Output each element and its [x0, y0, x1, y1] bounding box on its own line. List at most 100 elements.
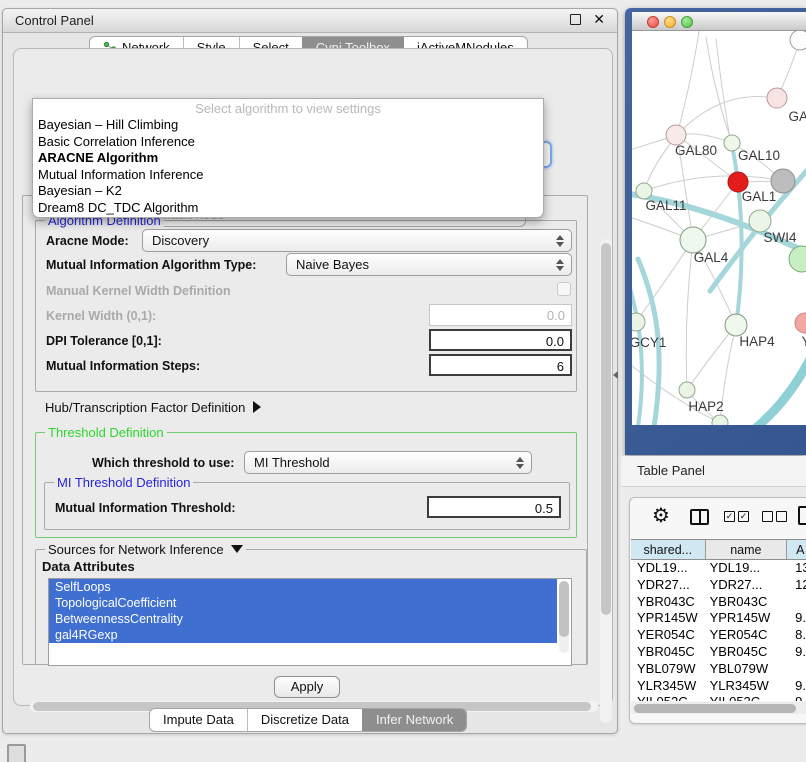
network-node[interactable]	[712, 415, 728, 425]
dropdown-item[interactable]: Basic Correlation Inference	[33, 134, 543, 151]
table-panel-title: Table Panel	[637, 463, 705, 478]
mi-threshold-input[interactable]: 0.5	[427, 496, 561, 518]
table-cell: YDR27...	[706, 577, 788, 594]
network-node[interactable]	[767, 88, 787, 108]
table-row[interactable]: YBR043CYBR043C	[631, 594, 806, 611]
which-threshold-label: Which threshold to use:	[92, 456, 234, 470]
list-item[interactable]: BetweennessCentrality	[49, 611, 557, 627]
split-columns-icon[interactable]	[690, 509, 709, 525]
network-node-label: HAP2	[688, 399, 723, 414]
dpi-tolerance-input[interactable]: 0.0	[429, 329, 572, 351]
unchecked-checkbox-icon[interactable]	[762, 511, 773, 522]
mi-steps-input[interactable]: 6	[429, 354, 572, 376]
tab-infer-network[interactable]: Infer Network	[362, 709, 466, 731]
network-edge[interactable]	[686, 240, 693, 390]
kernel-width-input[interactable]: 0.0	[429, 304, 572, 326]
unchecked-checkbox-icon[interactable]	[776, 511, 787, 522]
network-window-titlebar[interactable]	[632, 12, 806, 31]
network-canvas[interactable]: GAL80GAL10GAL1GAL11GAL4SWI4GCY1HAP4HAP2G…	[632, 31, 806, 425]
list-item[interactable]: TopologicalCoefficient	[49, 595, 557, 611]
checked-checkbox-icon[interactable]: ✓	[738, 511, 749, 522]
network-node[interactable]	[666, 125, 686, 145]
table-row[interactable]: YBL079WYBL079W	[631, 661, 806, 678]
network-node[interactable]	[679, 382, 695, 398]
panel-splitter-arrow[interactable]	[613, 371, 618, 379]
table-row[interactable]: YIL052CYIL052C9.	[631, 694, 806, 701]
table-panel-titlebar[interactable]: Table Panel	[622, 456, 806, 487]
gear-icon[interactable]: ⚙	[652, 506, 670, 526]
dropdown-item-selected[interactable]: ARACNE Algorithm	[33, 150, 543, 167]
zoom-traffic-light-icon[interactable]	[681, 16, 693, 28]
network-node[interactable]	[749, 210, 771, 232]
control-panel-window: Control Panel ✕ Network Style Select Cyn…	[2, 8, 618, 734]
cyni-toolbox-panel: gal-filtered sif default node Select alg…	[13, 48, 613, 706]
close-traffic-light-icon[interactable]	[647, 16, 659, 28]
tab-label: Discretize Data	[261, 709, 349, 731]
table-row[interactable]: YBR045CYBR045C9.	[631, 644, 806, 661]
data-attributes-list[interactable]: SelfLoops TopologicalCoefficient Between…	[48, 578, 572, 666]
tab-discretize-data[interactable]: Discretize Data	[247, 709, 362, 731]
screen: Control Panel ✕ Network Style Select Cyn…	[0, 0, 806, 762]
table-cell: YBR043C	[706, 594, 788, 611]
sources-title: Sources for Network Inference	[48, 542, 224, 557]
minimize-traffic-light-icon[interactable]	[664, 16, 676, 28]
dropdown-item[interactable]: Bayesian – K2	[33, 183, 543, 200]
aracne-mode-combo[interactable]: Discovery	[142, 229, 572, 252]
combo-stepper-icon	[556, 258, 564, 272]
table-options-icon[interactable]	[798, 506, 806, 525]
apply-button[interactable]: Apply	[274, 676, 340, 698]
table-horizontal-thumb[interactable]	[634, 704, 796, 713]
docked-window-icon[interactable]	[7, 744, 26, 762]
list-scrollbar[interactable]	[559, 581, 569, 653]
list-item[interactable]: SelfLoops	[49, 579, 557, 595]
table-row[interactable]: YLR345WYLR345W9.	[631, 678, 806, 695]
mi-type-combo[interactable]: Naive Bayes	[286, 253, 572, 276]
dropdown-item[interactable]: Bayesian – Hill Climbing	[33, 117, 543, 134]
network-node[interactable]	[789, 246, 806, 272]
threshold-definition-title: Threshold Definition	[45, 425, 167, 440]
table-cell: YDL19...	[631, 560, 706, 577]
network-node[interactable]	[795, 313, 806, 333]
mi-threshold-title: MI Threshold Definition	[54, 475, 193, 490]
table-cell: YIL052C	[706, 694, 788, 701]
column-header-name[interactable]: name	[706, 540, 788, 559]
network-node-label: GAL80	[675, 143, 717, 158]
table-row[interactable]: YER054CYER054C8.	[631, 627, 806, 644]
network-node-label: GAL1	[742, 189, 777, 204]
checked-checkbox-icon[interactable]: ✓	[724, 511, 735, 522]
table-row[interactable]: YDR27...YDR27...12	[631, 577, 806, 594]
network-node[interactable]	[790, 31, 806, 50]
dpi-tolerance-label: DPI Tolerance [0,1]:	[46, 334, 162, 348]
hub-definition-label: Hub/Transcription Factor Definition	[45, 400, 245, 415]
node-table: shared... name A YDL19...YDL19...13YDR27…	[631, 539, 806, 701]
table-horizontal-scrollbar[interactable]	[631, 702, 806, 714]
algorithm-dropdown-popup: Select algorithm to view settings Bayesi…	[32, 98, 544, 218]
list-scrollbar-thumb[interactable]	[559, 581, 569, 637]
network-node[interactable]	[725, 314, 747, 336]
network-node[interactable]	[636, 183, 652, 199]
table-row[interactable]: YDL19...YDL19...13	[631, 560, 806, 577]
column-header-clipped[interactable]: A	[787, 540, 806, 559]
network-edge[interactable]	[750, 359, 806, 425]
dropdown-item[interactable]: Dream8 DC_TDC Algorithm	[33, 200, 543, 217]
table-row[interactable]: YPR145WYPR145W9.	[631, 610, 806, 627]
which-threshold-combo[interactable]: MI Threshold	[244, 451, 532, 474]
settings-vertical-scrollbar[interactable]	[600, 239, 612, 723]
tab-impute-data[interactable]: Impute Data	[150, 709, 247, 731]
control-panel-titlebar[interactable]: Control Panel ✕	[3, 9, 617, 33]
list-item[interactable]: gal4RGexp	[49, 627, 557, 643]
network-edge[interactable]	[677, 31, 700, 135]
float-window-icon[interactable]	[570, 14, 581, 25]
algorithm-dropdown-placeholder: Select algorithm to view settings	[33, 99, 543, 117]
network-node[interactable]	[632, 313, 645, 331]
close-icon[interactable]: ✕	[593, 11, 605, 28]
column-header-shared-name[interactable]: shared...	[631, 540, 706, 559]
dropdown-item[interactable]: Mutual Information Inference	[33, 167, 543, 184]
sources-title-row[interactable]: Sources for Network Inference	[45, 542, 246, 557]
manual-kernel-checkbox[interactable]	[557, 282, 571, 296]
settings-vertical-thumb[interactable]	[601, 243, 611, 615]
table-cell: YBL079W	[631, 661, 706, 678]
table-cell: YER054C	[631, 627, 706, 644]
hub-definition-expander[interactable]: Hub/Transcription Factor Definition	[45, 400, 261, 415]
table-cell: YBR045C	[631, 644, 706, 661]
